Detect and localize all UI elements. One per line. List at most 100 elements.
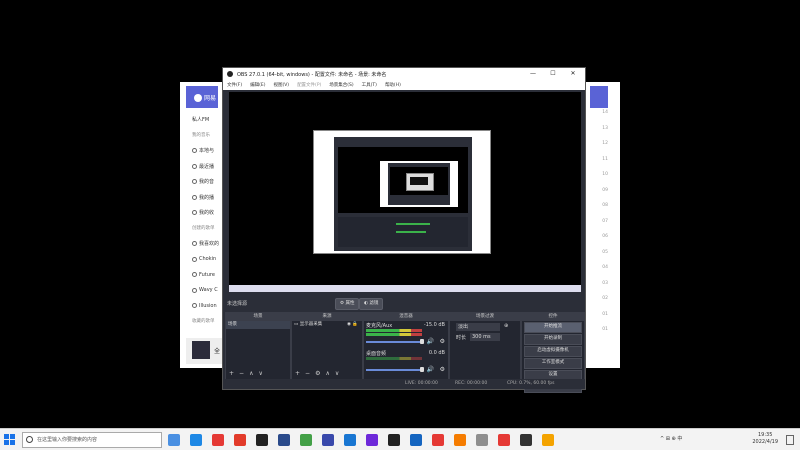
menu-profile[interactable]: 配置文件(P) xyxy=(297,82,321,88)
mic-volume-slider[interactable] xyxy=(366,341,422,343)
mic-volume-knob[interactable] xyxy=(420,339,424,344)
remove-source-icon[interactable]: − xyxy=(305,370,310,377)
taskbar-app-icon[interactable] xyxy=(366,434,378,446)
sidebar-item[interactable]: Chokin xyxy=(192,252,222,268)
move-down-icon[interactable]: ∨ xyxy=(258,370,262,377)
start-streaming-button[interactable]: 开始推流 xyxy=(524,322,582,333)
taskbar-app-icon[interactable] xyxy=(190,434,202,446)
desktop-volume-slider[interactable] xyxy=(366,369,422,371)
sidebar-item[interactable]: Future xyxy=(192,267,222,283)
menu-scene-collection[interactable]: 场景集合(S) xyxy=(329,82,353,88)
track-number: 01 xyxy=(602,311,608,317)
player-song-text: 全 xyxy=(214,348,221,355)
sidebar-item[interactable]: 本地与 xyxy=(192,143,222,159)
sidebar-item[interactable]: 私人FM xyxy=(192,112,222,128)
move-up-icon[interactable]: ∧ xyxy=(249,370,253,377)
close-button[interactable]: ✕ xyxy=(563,69,583,79)
windows-start-icon[interactable] xyxy=(4,434,16,446)
scene-item[interactable]: 场景 xyxy=(226,321,290,329)
studio-mode-button[interactable]: 工作室模式 xyxy=(524,358,582,369)
menu-edit[interactable]: 编辑(E) xyxy=(250,82,265,88)
sidebar-item-label: 收藏的歌单 xyxy=(192,319,215,325)
start-recording-button[interactable]: 开始录制 xyxy=(524,334,582,345)
add-scene-icon[interactable]: + xyxy=(229,370,234,377)
taskbar-app-icon[interactable] xyxy=(278,434,290,446)
desktop-volume-knob[interactable] xyxy=(420,367,424,372)
taskbar-app-icon[interactable] xyxy=(520,434,532,446)
sidebar-item[interactable]: 最近播 xyxy=(192,159,222,175)
sidebar-group-label: 收藏的歌单 xyxy=(192,314,222,330)
move-up-icon[interactable]: ∧ xyxy=(325,370,329,377)
transition-duration-row: 时长 300 ms xyxy=(450,332,520,343)
notification-icon[interactable] xyxy=(786,435,794,445)
source-item[interactable]: ▭ 显示器采集 ◉ 🔒 xyxy=(292,321,362,329)
sidebar-item[interactable]: 我的音 xyxy=(192,174,222,190)
start-virtual-camera-button[interactable]: 启动虚拟摄像机 xyxy=(524,346,582,357)
sidebar-item[interactable]: 我喜欢的 xyxy=(192,236,222,252)
taskbar-app-icon[interactable] xyxy=(498,434,510,446)
source-settings-icon[interactable]: ⚙ xyxy=(315,370,320,377)
taskbar-app-icon[interactable] xyxy=(256,434,268,446)
filters-button[interactable]: ◐ 滤镜 xyxy=(359,298,384,310)
maximize-button[interactable]: ☐ xyxy=(543,69,563,79)
taskbar-app-icon[interactable] xyxy=(212,434,224,446)
sidebar-item-label: 我的收 xyxy=(199,210,215,217)
sidebar-group-label: 创建的歌单 xyxy=(192,221,222,237)
taskbar-app-icon[interactable] xyxy=(432,434,444,446)
visibility-eye-icon[interactable]: ◉ 🔒 xyxy=(347,321,358,329)
live-status: LIVE: 00:00:00 xyxy=(405,381,438,386)
mic-settings-gear-icon[interactable]: ⚙ xyxy=(440,338,445,345)
source-toolbar: 未选择源 ⚙ 属性 ◐ 滤镜 xyxy=(223,297,585,310)
track-number: 02 xyxy=(602,296,608,301)
taskbar-clock[interactable]: 19:35 2022/4/19 xyxy=(752,432,778,446)
monitor-icon: ▭ xyxy=(294,322,299,327)
nested-meter-2 xyxy=(396,231,426,233)
menu-help[interactable]: 帮助(H) xyxy=(385,82,401,88)
menu-file[interactable]: 文件(F) xyxy=(227,82,242,88)
duration-input[interactable]: 300 ms xyxy=(470,333,500,341)
remove-scene-icon[interactable]: − xyxy=(239,370,244,377)
sidebar-item[interactable]: Illusion xyxy=(192,298,222,314)
taskbar-app-icon[interactable] xyxy=(300,434,312,446)
sidebar-item[interactable]: 我的收 xyxy=(192,205,222,221)
track-number: 14 xyxy=(602,110,608,115)
transition-type-select[interactable]: 淡出 xyxy=(456,323,500,331)
properties-button[interactable]: ⚙ 属性 xyxy=(335,298,360,310)
desktop-settings-gear-icon[interactable]: ⚙ xyxy=(440,366,445,373)
obs-preview-canvas[interactable] xyxy=(229,92,581,292)
taskbar-app-icon[interactable] xyxy=(542,434,554,446)
taskbar-app-icon[interactable] xyxy=(454,434,466,446)
taskbar-app-icon[interactable] xyxy=(322,434,334,446)
menu-tools[interactable]: 工具(T) xyxy=(362,82,377,88)
taskbar-search-box[interactable]: 在这里输入你要搜索的内容 xyxy=(22,432,162,448)
track-number: 11 xyxy=(602,156,608,162)
clock-time: 19:35 xyxy=(757,432,773,438)
controls-dock-header: 控件 xyxy=(522,313,584,321)
sidebar-item[interactable]: Wavy C xyxy=(192,283,222,299)
bg-app-player-bar[interactable]: 全 xyxy=(186,338,226,364)
add-source-icon[interactable]: + xyxy=(295,370,300,377)
mixer-channel-mic: 麦克风/Aux -15.0 dB 🔊 ⚙ xyxy=(364,321,448,349)
sidebar-item[interactable]: 我的播 xyxy=(192,190,222,206)
menu-view[interactable]: 视图(V) xyxy=(273,82,289,88)
track-number: 05 xyxy=(602,249,608,255)
mic-speaker-icon[interactable]: 🔊 xyxy=(427,338,434,345)
taskbar-app-icon[interactable] xyxy=(476,434,488,446)
scenes-dock: 场景 场景 + − ∧ ∨ xyxy=(225,312,291,380)
move-down-icon[interactable]: ∨ xyxy=(335,370,339,377)
minimize-button[interactable]: — xyxy=(523,69,543,79)
desktop-speaker-icon[interactable]: 🔊 xyxy=(427,366,434,373)
system-tray-icons[interactable]: ^ ⊞ ⊕ 中 xyxy=(660,435,682,442)
taskbar-app-icon[interactable] xyxy=(344,434,356,446)
rec-status: REC: 00:00:00 xyxy=(455,381,488,386)
taskbar-app-icon[interactable] xyxy=(410,434,422,446)
obs-window[interactable]: OBS 27.0.1 (64-bit, windows) - 配置文件: 未命名… xyxy=(222,67,586,393)
desktop-volume-meter xyxy=(366,357,422,360)
nested-obs-level-2 xyxy=(388,163,450,205)
taskbar-app-icon[interactable] xyxy=(234,434,246,446)
taskbar-app-icon[interactable] xyxy=(388,434,400,446)
add-transition-icon[interactable]: ⊕ xyxy=(504,323,508,329)
album-cover-thumbnail[interactable] xyxy=(192,341,210,359)
windows-taskbar: 在这里输入你要搜索的内容 ^ ⊞ ⊕ 中 19:35 2022/4/19 xyxy=(0,428,800,450)
taskbar-app-icon[interactable] xyxy=(168,434,180,446)
